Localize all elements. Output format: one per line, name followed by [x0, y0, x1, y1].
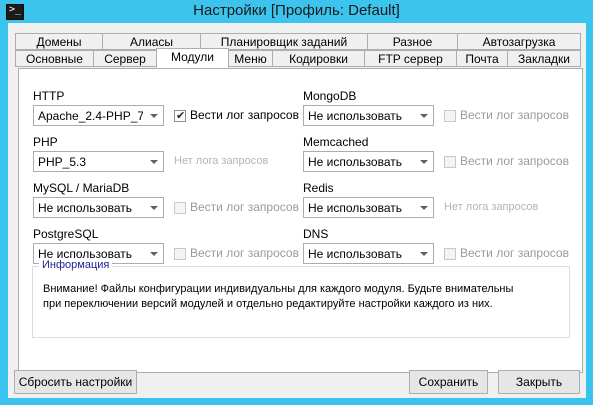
chevron-down-icon	[420, 160, 428, 164]
mongodb-select[interactable]: Не использовать	[303, 105, 434, 126]
dns-select[interactable]: Не использовать	[303, 243, 434, 264]
close-button[interactable]: Закрыть	[498, 370, 580, 394]
mongodb-log-label: Вести лог запросов	[460, 108, 569, 122]
dns-log-label: Вести лог запросов	[460, 246, 569, 260]
info-line-1: Внимание! Файлы конфигурации индивидуаль…	[43, 283, 514, 295]
tab-domains[interactable]: Домены	[15, 33, 103, 50]
dns-label: DNS	[303, 227, 329, 241]
chevron-down-icon	[420, 206, 428, 210]
info-groupbox: Информация Внимание! Файлы конфигурации …	[32, 259, 570, 338]
chevron-down-icon	[420, 252, 428, 256]
tab-modules[interactable]: Модули	[156, 48, 229, 68]
redis-select[interactable]: Не использовать	[303, 197, 434, 218]
chevron-down-icon	[150, 206, 158, 210]
tab-misc[interactable]: Разное	[367, 33, 458, 50]
dialog-client-area: Домены Алиасы Планировщик заданий Разное…	[8, 23, 586, 398]
chevron-down-icon	[420, 114, 428, 118]
dns-select-value: Не использовать	[308, 247, 402, 261]
redis-label: Redis	[303, 181, 334, 195]
mysql-label: MySQL / MariaDB	[33, 181, 130, 195]
info-line-2: при переключении версий модулей и отдель…	[43, 298, 493, 310]
title-bar[interactable]: >_ Настройки [Профиль: Default]	[0, 0, 593, 23]
php-select[interactable]: PHP_5.3	[33, 151, 164, 172]
tab-mail[interactable]: Почта	[456, 50, 508, 67]
checkmark-icon: ✔	[176, 110, 186, 122]
http-log-checkbox[interactable]: ✔	[174, 110, 186, 122]
chevron-down-icon	[150, 160, 158, 164]
http-label: HTTP	[33, 89, 65, 103]
mysql-select[interactable]: Не использовать	[33, 197, 164, 218]
redis-select-value: Не использовать	[308, 201, 402, 215]
php-no-log-label: Нет лога запросов	[174, 155, 269, 167]
memcached-select[interactable]: Не использовать	[303, 151, 434, 172]
tab-bookmarks[interactable]: Закладки	[507, 50, 581, 67]
chevron-down-icon	[150, 114, 158, 118]
chevron-down-icon	[150, 252, 158, 256]
mongodb-log-checkbox[interactable]	[444, 110, 456, 122]
php-label: PHP	[33, 135, 58, 149]
postgresql-log-checkbox[interactable]	[174, 248, 186, 260]
memcached-log-checkbox[interactable]	[444, 156, 456, 168]
memcached-select-value: Не использовать	[308, 155, 402, 169]
http-log-label: Вести лог запросов	[190, 108, 299, 122]
reset-settings-button[interactable]: Сбросить настройки	[14, 370, 137, 394]
php-select-value: PHP_5.3	[38, 155, 87, 169]
http-select-value: Apache_2.4-PHP_7.0-	[38, 109, 143, 123]
tab-server[interactable]: Сервер	[93, 50, 157, 67]
mysql-log-label: Вести лог запросов	[190, 200, 299, 214]
settings-window: >_ Настройки [Профиль: Default] Домены А…	[0, 0, 593, 405]
info-text: Внимание! Файлы конфигурации индивидуаль…	[43, 282, 558, 312]
mongodb-select-value: Не использовать	[308, 109, 402, 123]
memcached-label: Memcached	[303, 135, 369, 149]
dns-log-checkbox[interactable]	[444, 248, 456, 260]
mongodb-label: MongoDB	[303, 89, 357, 103]
tab-autostart[interactable]: Автозагрузка	[457, 33, 581, 50]
save-button[interactable]: Сохранить	[409, 370, 488, 394]
postgresql-log-label: Вести лог запросов	[190, 246, 299, 260]
tab-menu[interactable]: Меню	[228, 50, 273, 67]
tab-ftp-server[interactable]: FTP сервер	[364, 50, 457, 67]
redis-no-log-label: Нет лога запросов	[444, 201, 539, 213]
http-select[interactable]: Apache_2.4-PHP_7.0-	[33, 105, 164, 126]
mysql-log-checkbox[interactable]	[174, 202, 186, 214]
window-title: Настройки [Профиль: Default]	[193, 2, 400, 19]
tab-encodings[interactable]: Кодировки	[272, 50, 365, 67]
tab-general[interactable]: Основные	[15, 50, 94, 67]
info-title: Информация	[39, 259, 113, 271]
mysql-select-value: Не использовать	[38, 201, 132, 215]
memcached-log-label: Вести лог запросов	[460, 154, 569, 168]
postgresql-label: PostgreSQL	[33, 227, 99, 241]
